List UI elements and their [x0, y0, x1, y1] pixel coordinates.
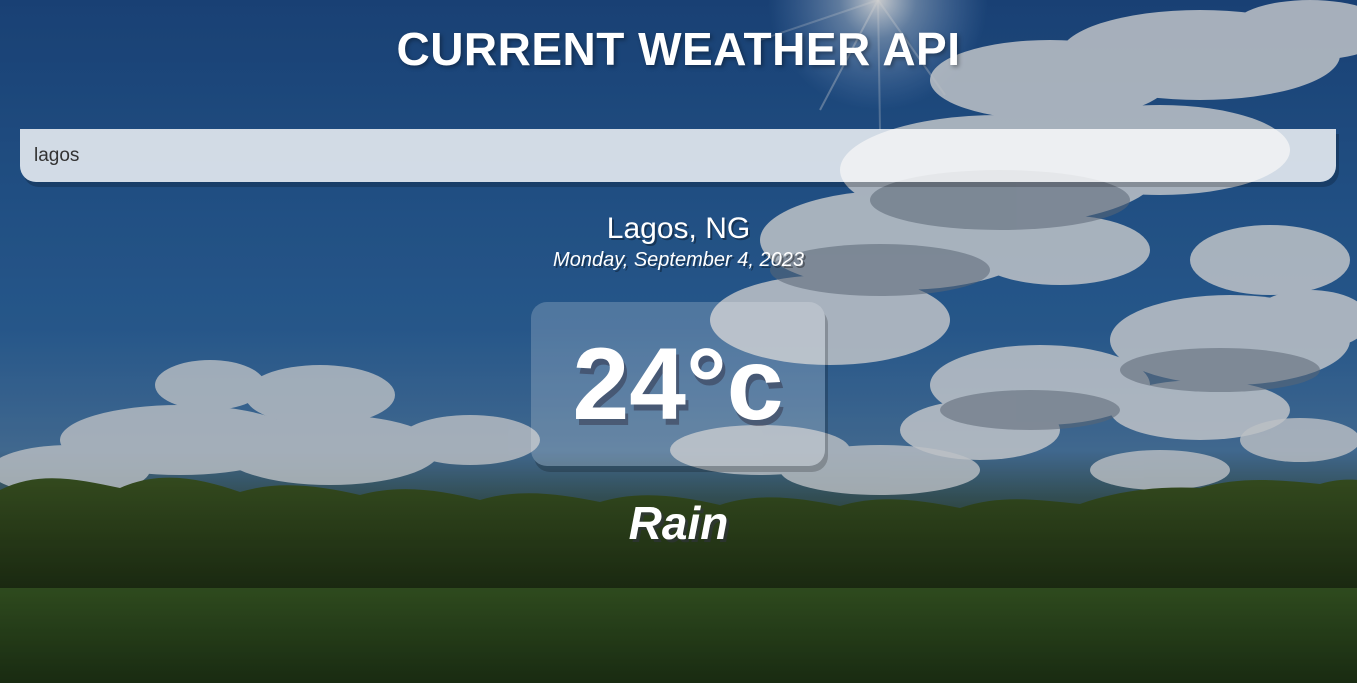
location-label: Lagos, NG [606, 212, 751, 245]
search-input[interactable] [20, 129, 1336, 182]
weather-condition: Rain [628, 497, 729, 549]
main-content: CURRENT WEATHER API Lagos, NG Monday, Se… [0, 0, 1357, 683]
temperature-value: 24°c [572, 327, 784, 441]
weather-app: CURRENT WEATHER API Lagos, NG Monday, Se… [0, 0, 1357, 683]
search-box [20, 129, 1336, 182]
temperature-card: 24°c [531, 302, 825, 466]
page-title: CURRENT WEATHER API [396, 23, 961, 75]
date-label: Monday, September 4, 2023 [553, 249, 804, 271]
